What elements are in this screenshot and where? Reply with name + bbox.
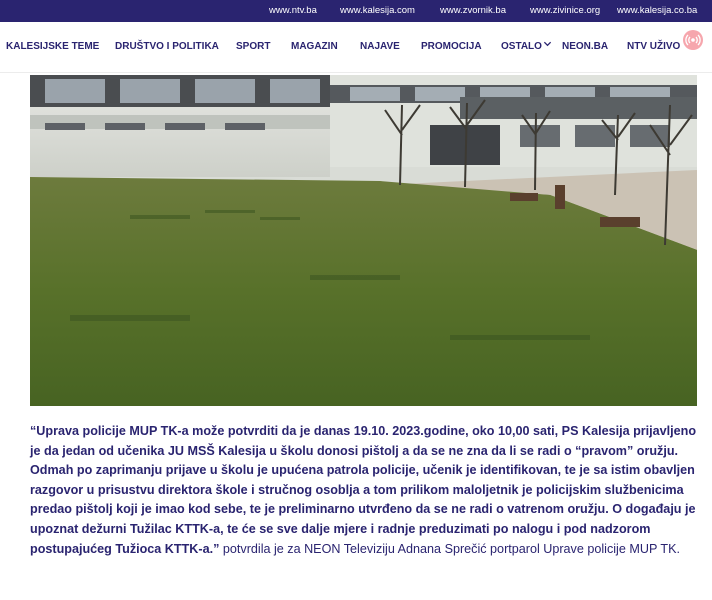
article-quote: “Uprava policije MUP TK-a može potvrditi… (30, 422, 698, 559)
chevron-down-icon[interactable] (543, 39, 552, 50)
nav-item-kalesijske-teme[interactable]: KALESIJSKE TEME (6, 41, 99, 52)
quote-attribution: potvrdila je za NEON Televiziju Adnana S… (219, 541, 680, 556)
top-link-kalesija-com[interactable]: www.kalesija.com (340, 5, 415, 16)
nav-item-drustvo-i-politika[interactable]: DRUŠTVO I POLITIKA (115, 41, 219, 52)
main-nav: KALESIJSKE TEME DRUŠTVO I POLITIKA SPORT… (0, 22, 712, 73)
broadcast-icon[interactable] (683, 30, 703, 50)
top-link-zvornik[interactable]: www.zvornik.ba (440, 5, 506, 16)
quote-body: Uprava policije MUP TK-a može potvrditi … (30, 424, 697, 556)
top-link-kalesija-co-ba[interactable]: www.kalesija.co.ba (617, 5, 697, 16)
top-link-bar: www.ntv.ba www.kalesija.com www.zvornik.… (0, 0, 712, 22)
top-link-ntv[interactable]: www.ntv.ba (269, 5, 317, 16)
nav-item-neon-ba[interactable]: NEON.BA (562, 41, 608, 52)
nav-item-ostalo[interactable]: OSTALO (501, 41, 542, 52)
nav-item-promocija[interactable]: PROMOCIJA (421, 41, 482, 52)
nav-item-najave[interactable]: NAJAVE (360, 41, 400, 52)
article-photo (30, 75, 697, 406)
nav-item-sport[interactable]: SPORT (236, 41, 270, 52)
top-link-zivinice[interactable]: www.zivinice.org (530, 5, 600, 16)
nav-item-ntv-uzivo[interactable]: NTV UŽIVO (627, 41, 680, 52)
nav-item-magazin[interactable]: MAGAZIN (291, 41, 338, 52)
